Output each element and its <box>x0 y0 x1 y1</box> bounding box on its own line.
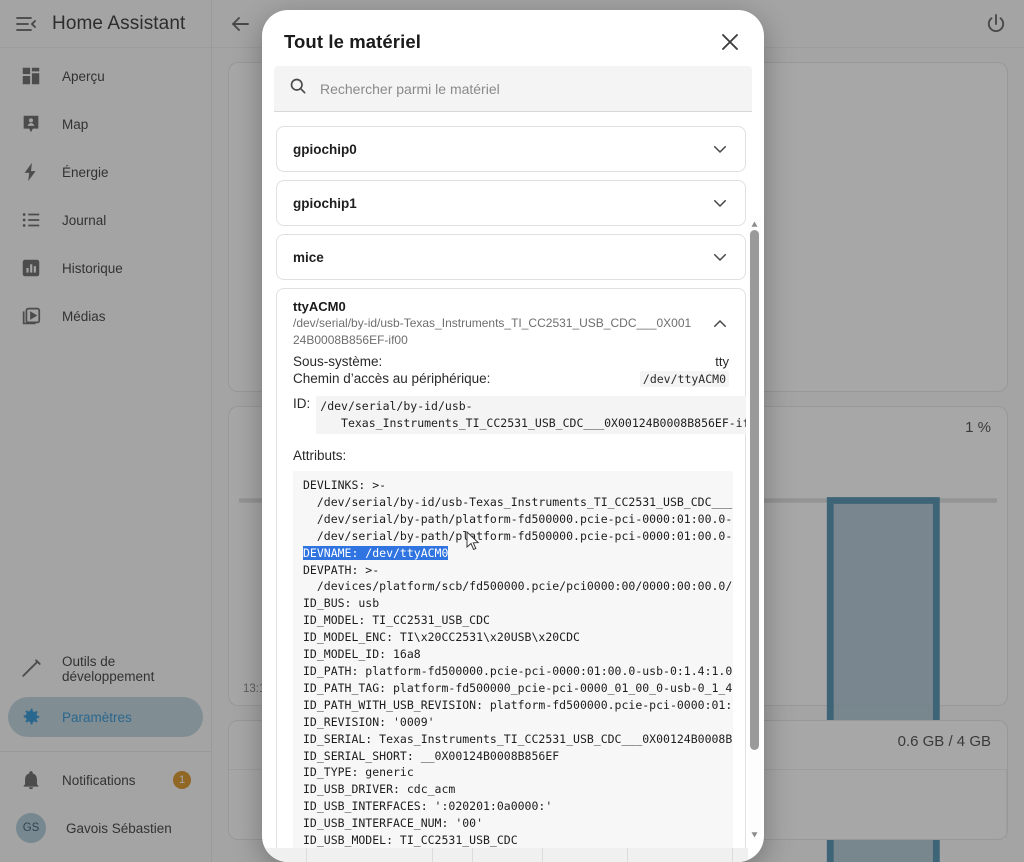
hardware-item-ttyacm0[interactable]: ttyACM0 /dev/serial/by-id/usb-Texas_Inst… <box>276 288 746 862</box>
attribute-line: ID_PATH: platform-fd500000.pcie-pci-0000… <box>303 663 733 678</box>
hardware-item-mice[interactable]: mice <box>276 234 746 280</box>
attribute-line: ID_USB_MODEL: TI_CC2531_USB_CDC <box>303 833 518 848</box>
accordion-row[interactable]: gpiochip0 <box>293 127 729 171</box>
close-icon[interactable] <box>718 30 742 54</box>
attribute-line: ID_MODEL: TI_CC2531_USB_CDC <box>303 613 490 628</box>
attribute-line: ID_PATH_WITH_USB_REVISION: platform-fd50… <box>303 697 733 712</box>
chevron-up-icon[interactable] <box>711 315 729 333</box>
dialog-header: Tout le matériel <box>262 10 764 60</box>
attribute-line: DEVLINKS: >- <box>303 478 387 492</box>
scroll-thumb[interactable] <box>750 230 759 750</box>
hardware-item-gpiochip0[interactable]: gpiochip0 <box>276 126 746 172</box>
detail-value: /dev/ttyACM0 <box>639 371 729 387</box>
hardware-name: gpiochip1 <box>293 195 357 211</box>
attribute-line: /dev/serial/by-id/usb-Texas_Instruments_… <box>303 494 733 509</box>
search-bar[interactable] <box>274 66 752 112</box>
mouse-cursor <box>466 531 480 551</box>
attributes-label: Attributs: <box>293 448 347 463</box>
code-horizontal-scrollbar[interactable] <box>262 848 748 862</box>
attribute-line: DEVPATH: >- <box>303 562 380 577</box>
detail-row-id: ID: /dev/serial/by-id/usb- Texas_Instrum… <box>293 396 746 434</box>
dialog-title: Tout le matériel <box>284 31 421 52</box>
attribute-line: /devices/platform/scb/fd500000.pcie/pci0… <box>303 579 733 594</box>
attribute-line: ID_BUS: usb <box>303 596 380 611</box>
detail-row-subsystem: Sous-système: tty <box>293 353 729 370</box>
attribute-line: ID_MODEL_ENC: TI\x20CC2531\x20USB\x20CDC <box>303 630 580 645</box>
hardware-details: Sous-système: tty Chemin d’accès au péri… <box>277 353 746 862</box>
attribute-line: ID_USB_INTERFACE_NUM: '00' <box>303 816 484 831</box>
detail-value: tty <box>715 354 729 369</box>
hardware-list: gpiochip0 gpiochip1 mice ttyACM0 /dev/se… <box>276 126 746 862</box>
attribute-line: ID_USB_INTERFACES: ':020201:0a0000:' <box>303 799 553 814</box>
attribute-line: DEVNAME: /dev/ttyACM0 <box>303 545 449 560</box>
attribute-line: ID_REVISION: '0009' <box>303 714 435 729</box>
chevron-down-icon[interactable] <box>711 140 729 158</box>
hardware-dialog: Tout le matériel gpiochip0 <box>262 10 764 862</box>
accordion-row[interactable]: mice <box>293 235 729 279</box>
accordion-row[interactable]: gpiochip1 <box>293 181 729 225</box>
chevron-down-icon[interactable] <box>711 194 729 212</box>
attribute-line: ID_SERIAL: Texas_Instruments_TI_CC2531_U… <box>303 731 733 746</box>
scroll-up-arrow-icon[interactable] <box>750 216 759 227</box>
hardware-name: ttyACM0 <box>293 299 346 314</box>
hardware-name: mice <box>293 249 324 265</box>
chevron-down-icon[interactable] <box>711 248 729 266</box>
hardware-item-gpiochip1[interactable]: gpiochip1 <box>276 180 746 226</box>
dialog-body: gpiochip0 gpiochip1 mice ttyACM0 /dev/se… <box>262 112 764 862</box>
dialog-vertical-scrollbar[interactable] <box>748 216 761 838</box>
attribute-line: ID_USB_DRIVER: cdc_acm <box>303 782 456 797</box>
hardware-name: gpiochip0 <box>293 141 357 157</box>
search-icon <box>288 76 308 101</box>
search-container <box>262 60 764 112</box>
attribute-line: ID_MODEL_ID: 16a8 <box>303 647 421 662</box>
detail-value: /dev/serial/by-id/usb- Texas_Instruments… <box>316 396 746 434</box>
accordion-row-expanded[interactable]: ttyACM0 /dev/serial/by-id/usb-Texas_Inst… <box>277 289 745 353</box>
search-input[interactable] <box>320 80 738 97</box>
attribute-line: /dev/serial/by-path/platform-fd500000.pc… <box>303 528 733 543</box>
attribute-line: ID_PATH_TAG: platform-fd500000_pcie-pci-… <box>303 680 733 695</box>
detail-key: Chemin d’accès au périphérique: <box>293 371 491 386</box>
detail-row-device-path: Chemin d’accès au périphérique: /dev/tty… <box>293 370 729 388</box>
hardware-subtitle: /dev/serial/by-id/usb-Texas_Instruments_… <box>293 316 692 347</box>
scroll-down-arrow-icon[interactable] <box>750 826 759 838</box>
detail-key: ID: <box>293 396 311 411</box>
attribute-line: /dev/serial/by-path/platform-fd500000.pc… <box>303 511 733 526</box>
detail-key: Sous-système: <box>293 354 383 369</box>
attribute-line: ID_TYPE: generic <box>303 765 414 780</box>
attributes-code-block[interactable]: DEVLINKS: >- /dev/serial/by-id/usb-Texas… <box>293 471 733 862</box>
attribute-line: ID_SERIAL_SHORT: __0X00124B0008B856EF <box>303 748 560 763</box>
